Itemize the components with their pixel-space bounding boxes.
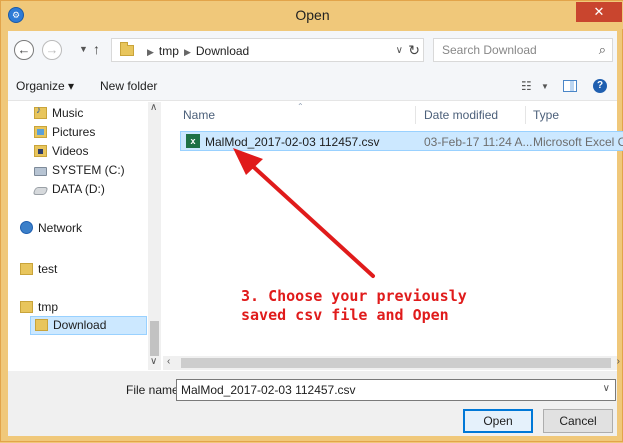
- column-header-type[interactable]: Type: [533, 108, 559, 122]
- title-bar: ⚙ Open ✕: [1, 1, 623, 29]
- file-list: Name ⌃ Date modified Type x MalMod_2017-…: [163, 102, 623, 367]
- chevron-down-icon[interactable]: ▼: [541, 82, 549, 91]
- breadcrumb-separator-icon: ▶: [147, 47, 154, 57]
- forward-button[interactable]: →: [42, 40, 62, 60]
- search-input[interactable]: [434, 39, 584, 61]
- annotation-text: 3. Choose your previously saved csv file…: [241, 287, 467, 324]
- file-name-combobox[interactable]: ∨: [176, 379, 616, 401]
- pictures-folder-icon: [34, 126, 47, 138]
- search-box[interactable]: ⌕: [433, 38, 613, 62]
- chevron-down-icon[interactable]: ∨: [396, 45, 403, 56]
- breadcrumb: ▶ tmp ▶ Download: [142, 44, 249, 58]
- folder-icon: [20, 263, 33, 275]
- file-name: MalMod_2017-02-03 112457.csv: [205, 135, 380, 149]
- folder-icon: [120, 42, 134, 56]
- scroll-left-icon[interactable]: ‹: [167, 356, 170, 367]
- dialog-footer: File name: ∨ Open Cancel: [8, 371, 617, 436]
- close-button[interactable]: ✕: [576, 2, 622, 22]
- scroll-down-button[interactable]: ∨: [148, 356, 161, 370]
- cancel-button[interactable]: Cancel: [543, 409, 613, 433]
- new-folder-button[interactable]: New folder: [100, 79, 157, 93]
- horizontal-scrollbar[interactable]: ‹ ›: [163, 356, 620, 370]
- column-divider[interactable]: [525, 106, 526, 124]
- window-title: Open: [295, 7, 330, 23]
- folder-icon: [20, 301, 33, 313]
- address-bar-row: ← → ▼ ↑ ▶ tmp ▶ Download ∨ ↻ ⌕: [8, 31, 617, 71]
- search-icon[interactable]: ⌕: [599, 42, 606, 58]
- file-row[interactable]: x MalMod_2017-02-03 112457.csv 03-Feb-17…: [180, 131, 623, 151]
- sidebar-item-tmp[interactable]: tmp: [20, 300, 58, 314]
- navigation-scrollbar[interactable]: ∧: [148, 102, 161, 367]
- file-date-modified: 03-Feb-17 11:24 A...: [424, 135, 533, 149]
- open-dialog: ⚙ Open ✕ ← → ▼ ↑ ▶ tmp ▶ Download ∨ ↻ ⌕: [0, 0, 623, 442]
- scroll-down-icon[interactable]: ∨: [150, 356, 157, 367]
- scrollbar-thumb[interactable]: [150, 321, 159, 361]
- column-header-name[interactable]: Name: [183, 108, 215, 122]
- excel-file-icon: x: [186, 134, 200, 148]
- scroll-right-icon[interactable]: ›: [617, 356, 620, 367]
- dialog-body: ← → ▼ ↑ ▶ tmp ▶ Download ∨ ↻ ⌕ Organize ▾ N…: [8, 31, 623, 436]
- column-header-date-modified[interactable]: Date modified: [424, 108, 498, 122]
- sort-ascending-icon: ⌃: [297, 102, 304, 111]
- file-name-field[interactable]: [177, 380, 592, 400]
- drive-icon: [34, 167, 47, 176]
- file-name-label: File name:: [126, 383, 183, 397]
- videos-folder-icon: [34, 145, 47, 157]
- sidebar-item-pictures[interactable]: Pictures: [34, 125, 95, 139]
- refresh-icon[interactable]: ↻: [408, 42, 420, 59]
- music-folder-icon: [34, 105, 47, 119]
- scrollbar-thumb[interactable]: [181, 358, 611, 368]
- column-divider[interactable]: [415, 106, 416, 124]
- breadcrumb-tmp[interactable]: tmp: [159, 44, 179, 58]
- sidebar-item-network[interactable]: Network: [20, 221, 82, 235]
- up-arrow-icon[interactable]: ↑: [93, 41, 100, 57]
- sidebar-item-test[interactable]: test: [20, 262, 57, 276]
- breadcrumb-download[interactable]: Download: [196, 44, 249, 58]
- preview-pane-icon[interactable]: [563, 80, 577, 92]
- breadcrumb-separator-icon: ▶: [183, 47, 191, 57]
- back-button[interactable]: ←: [14, 40, 34, 60]
- sidebar-item-videos[interactable]: Videos: [34, 144, 88, 158]
- open-button[interactable]: Open: [463, 409, 533, 433]
- recent-locations-chevron-icon[interactable]: ▼: [79, 44, 88, 54]
- help-icon[interactable]: ?: [593, 79, 607, 93]
- sidebar-item-download[interactable]: Download: [30, 316, 148, 335]
- sidebar-item-data-d[interactable]: DATA (D:): [32, 182, 105, 196]
- navigation-pane: Music Pictures Videos SYSTEM (C:) DATA (…: [8, 102, 161, 367]
- sidebar-item-music[interactable]: Music: [34, 105, 83, 120]
- file-type: Microsoft Excel Co...: [533, 135, 623, 149]
- sidebar-item-system-c[interactable]: SYSTEM (C:): [34, 163, 125, 177]
- chevron-down-icon[interactable]: ∨: [603, 383, 610, 394]
- organize-button[interactable]: Organize ▾: [16, 79, 74, 93]
- scroll-up-icon[interactable]: ∧: [150, 102, 157, 113]
- view-options-icon[interactable]: ☷: [521, 79, 532, 93]
- command-bar: Organize ▾ New folder ☷ ▼ ?: [8, 71, 617, 101]
- network-icon: [20, 221, 33, 234]
- drive-icon: [32, 187, 49, 195]
- folder-icon: [35, 319, 48, 331]
- address-bar[interactable]: ▶ tmp ▶ Download ∨ ↻: [111, 38, 424, 62]
